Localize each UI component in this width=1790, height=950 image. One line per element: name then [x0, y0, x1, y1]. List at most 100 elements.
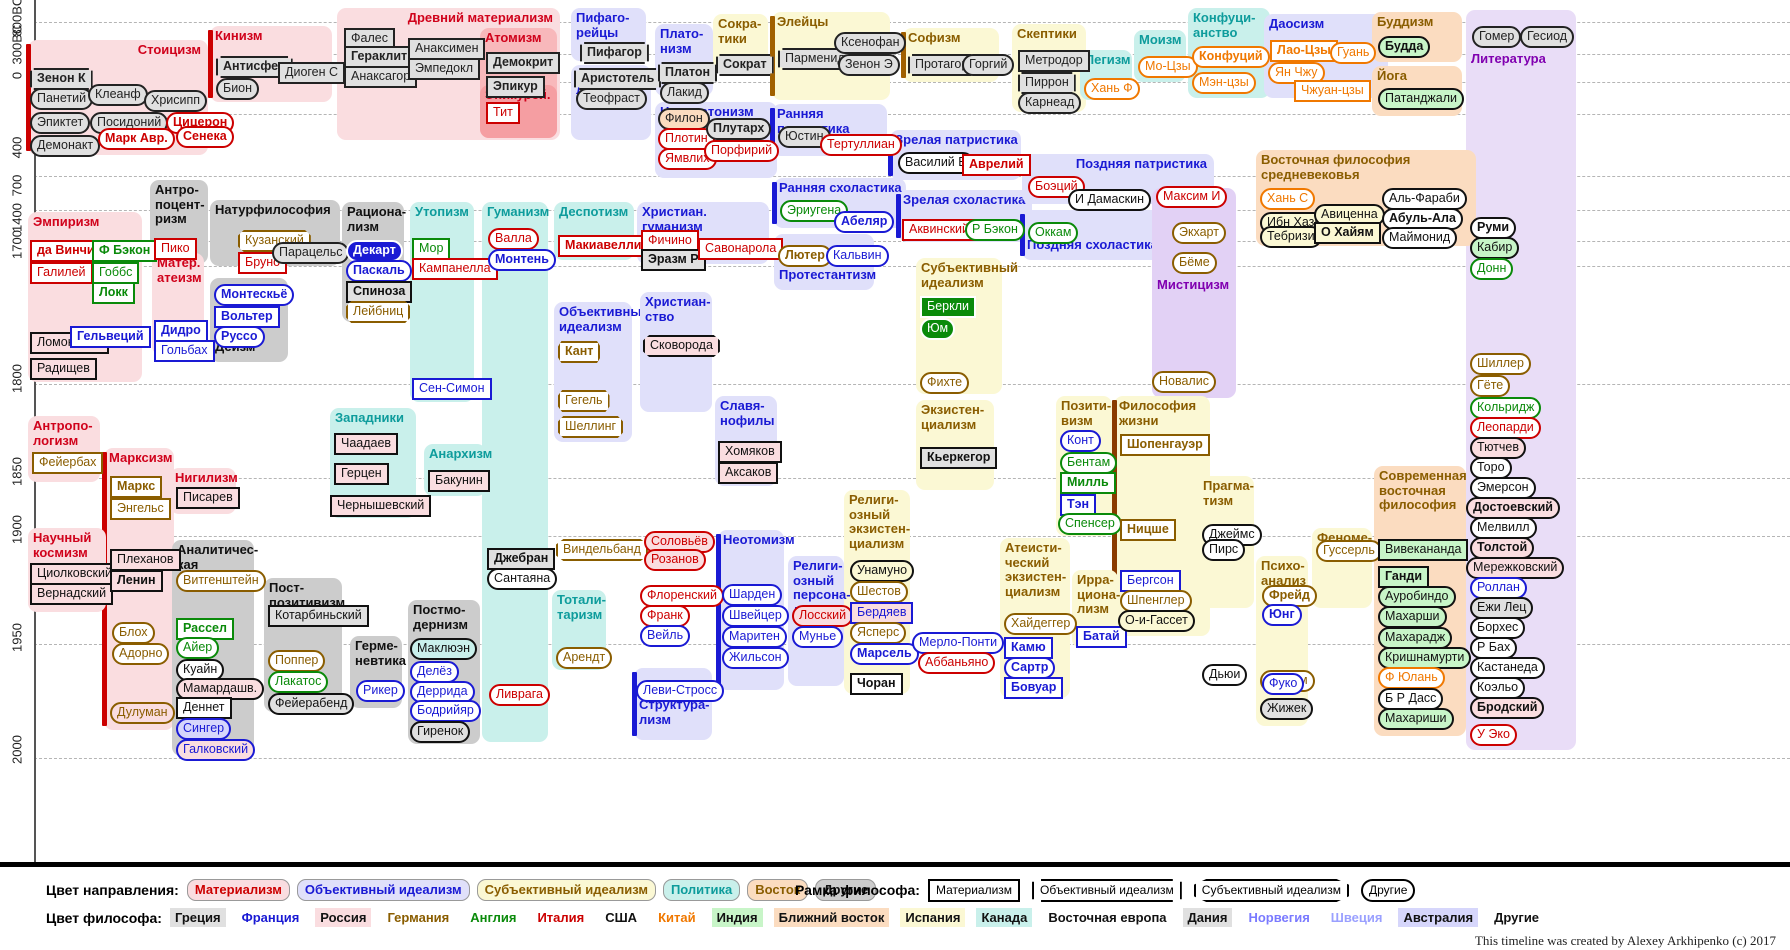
legend-country-chip[interactable]: Китай [653, 908, 701, 927]
philosopher-chip[interactable]: Мелвилл [1470, 517, 1537, 539]
philosopher-chip[interactable]: Гесиод [1520, 26, 1575, 48]
philosopher-chip[interactable]: Кришнамурти [1378, 647, 1472, 669]
legend-country-chip[interactable]: Италия [532, 908, 590, 927]
philosopher-chip[interactable]: Мэн-цзы [1192, 72, 1256, 94]
philosopher-chip[interactable]: Юнг [1262, 604, 1302, 626]
school-structuralism[interactable]: Структура- лизм [632, 668, 712, 740]
legend-direction-chip[interactable]: Материализм [186, 879, 290, 901]
philosopher-chip[interactable]: У Эко [1470, 724, 1517, 746]
philosopher-chip[interactable]: Донн [1470, 258, 1514, 280]
philosopher-chip[interactable]: Махарадж [1378, 627, 1453, 649]
philosopher-chip[interactable]: Хайдеггер [1004, 613, 1078, 635]
philosopher-chip[interactable]: Кант [558, 341, 601, 363]
philosopher-chip[interactable]: Абеляр [834, 211, 895, 233]
philosopher-chip[interactable]: Бердяев [850, 602, 914, 624]
philosopher-chip[interactable]: Плутарх [706, 118, 772, 140]
philosopher-chip[interactable]: Ксенофан [834, 32, 907, 54]
philosopher-chip[interactable]: Котарбиньский [268, 605, 369, 627]
philosopher-chip[interactable]: Герцен [334, 463, 389, 485]
philosopher-chip[interactable]: Камю [1004, 637, 1053, 659]
philosopher-chip[interactable]: Конт [1060, 430, 1101, 452]
philosopher-chip[interactable]: Тит [486, 102, 520, 124]
philosopher-chip[interactable]: Шиллер [1470, 353, 1531, 375]
philosopher-chip[interactable]: Бион [216, 78, 260, 100]
legend-country-chip[interactable]: Англия [465, 908, 522, 927]
philosopher-chip[interactable]: Делёз [410, 661, 459, 683]
philosopher-chip[interactable]: Вольтер [214, 306, 280, 328]
philosopher-chip[interactable]: Джебран [487, 548, 556, 570]
philosopher-chip[interactable]: Леопарди [1470, 417, 1541, 439]
legend-frame-chip[interactable]: Субъективный идеализм [1193, 879, 1350, 902]
philosopher-chip[interactable]: Хомяков [718, 441, 782, 463]
philosopher-chip[interactable]: Лао-Цзы [1270, 40, 1338, 62]
philosopher-chip[interactable]: Ленин [110, 570, 163, 592]
philosopher-chip[interactable]: Б Р Дасс [1378, 688, 1444, 710]
philosopher-chip[interactable]: Марк Авр. [98, 128, 175, 150]
philosopher-chip[interactable]: Новалис [1152, 371, 1216, 393]
philosopher-chip[interactable]: Сантаяна [487, 568, 558, 590]
philosopher-chip[interactable]: Арендт [556, 647, 613, 669]
philosopher-chip[interactable]: Махариши [1378, 708, 1454, 730]
philosopher-chip[interactable]: И Дамаскин [1068, 189, 1152, 211]
philosopher-chip[interactable]: Махарши [1378, 606, 1447, 628]
legend-country-chip[interactable]: Восточная европа [1043, 908, 1172, 927]
philosopher-chip[interactable]: Блох [112, 622, 155, 644]
philosopher-chip[interactable]: Бёме [1172, 252, 1217, 274]
philosopher-chip[interactable]: Паскаль [346, 260, 412, 282]
philosopher-chip[interactable]: Лейбниц [346, 301, 411, 323]
philosopher-chip[interactable]: Руми [1470, 217, 1517, 239]
philosopher-chip[interactable]: Конфуций [1192, 46, 1270, 68]
philosopher-chip[interactable]: Шеллинг [558, 416, 624, 438]
philosopher-chip[interactable]: Дидро [154, 320, 208, 342]
philosopher-chip[interactable]: О Хайям [1314, 222, 1381, 244]
philosopher-chip[interactable]: Гераклит [344, 46, 415, 68]
philosopher-chip[interactable]: Аристотель [574, 68, 662, 90]
philosopher-chip[interactable]: Ганди [1378, 566, 1430, 588]
philosopher-chip[interactable]: Коэльо [1470, 677, 1526, 699]
philosopher-chip[interactable]: Ливрага [489, 684, 550, 706]
philosopher-chip[interactable]: Зенон К [30, 68, 93, 90]
philosopher-chip[interactable]: Ф Бэкон [92, 240, 158, 262]
philosopher-chip[interactable]: Чаадаев [334, 433, 399, 455]
philosopher-chip[interactable]: Батай [1076, 626, 1127, 648]
philosopher-chip[interactable]: Роллан [1470, 577, 1527, 599]
philosopher-chip[interactable]: Будда [1378, 36, 1431, 58]
philosopher-chip[interactable]: Циолковский [30, 563, 119, 585]
philosopher-chip[interactable]: Сен-Симон [412, 378, 492, 400]
philosopher-chip[interactable]: Гельвеций [70, 326, 151, 348]
philosopher-chip[interactable]: Тертуллиан [820, 134, 902, 156]
legend-country-chip[interactable]: Дания [1182, 908, 1233, 927]
philosopher-chip[interactable]: Гуссерль [1316, 540, 1382, 562]
philosopher-chip[interactable]: Маркс [110, 476, 163, 498]
philosopher-chip[interactable]: Кальвин [826, 245, 889, 267]
philosopher-chip[interactable]: Теофраст [576, 88, 648, 110]
philosopher-chip[interactable]: Юм [920, 318, 956, 340]
philosopher-chip[interactable]: Жильсон [722, 647, 789, 669]
legend-frame-chip[interactable]: Объективный идеализм [1032, 879, 1182, 902]
philosopher-chip[interactable]: Метродор [1018, 50, 1090, 72]
philosopher-chip[interactable]: Гомер [1472, 26, 1522, 48]
philosopher-chip[interactable]: Чернышевский [330, 495, 432, 517]
philosopher-chip[interactable]: Ясперс [850, 622, 907, 644]
philosopher-chip[interactable]: Аврелий [962, 154, 1031, 176]
philosopher-chip[interactable]: Фейербах [32, 452, 104, 474]
legend-direction-chip[interactable]: Политика [662, 879, 741, 901]
philosopher-chip[interactable]: Платон [658, 62, 718, 84]
legend-country-chip[interactable]: Индия [711, 908, 763, 927]
philosopher-chip[interactable]: Спиноза [346, 281, 413, 303]
legend-country-chip[interactable]: Франция [236, 908, 305, 927]
philosopher-chip[interactable]: Бродский [1470, 697, 1545, 719]
school-humanism[interactable]: Гуманизм [482, 202, 549, 742]
legend-country-chip[interactable]: Россия [315, 908, 372, 927]
philosopher-chip[interactable]: Макиавелли [558, 235, 649, 257]
philosopher-chip[interactable]: Унамуно [850, 560, 915, 582]
legend-country-chip[interactable]: Канада [976, 908, 1033, 927]
philosopher-chip[interactable]: Филон [658, 108, 710, 130]
legend-country-chip[interactable]: Другие [1489, 908, 1545, 927]
philosopher-chip[interactable]: Достоевский [1466, 497, 1560, 519]
philosopher-chip[interactable]: Локк [92, 282, 135, 304]
philosopher-chip[interactable]: Гегель [558, 390, 610, 412]
philosopher-chip[interactable]: Фуко [1262, 673, 1305, 695]
philosopher-chip[interactable]: Сартр [1004, 657, 1056, 679]
philosopher-chip[interactable]: Вивекананда [1378, 539, 1469, 561]
